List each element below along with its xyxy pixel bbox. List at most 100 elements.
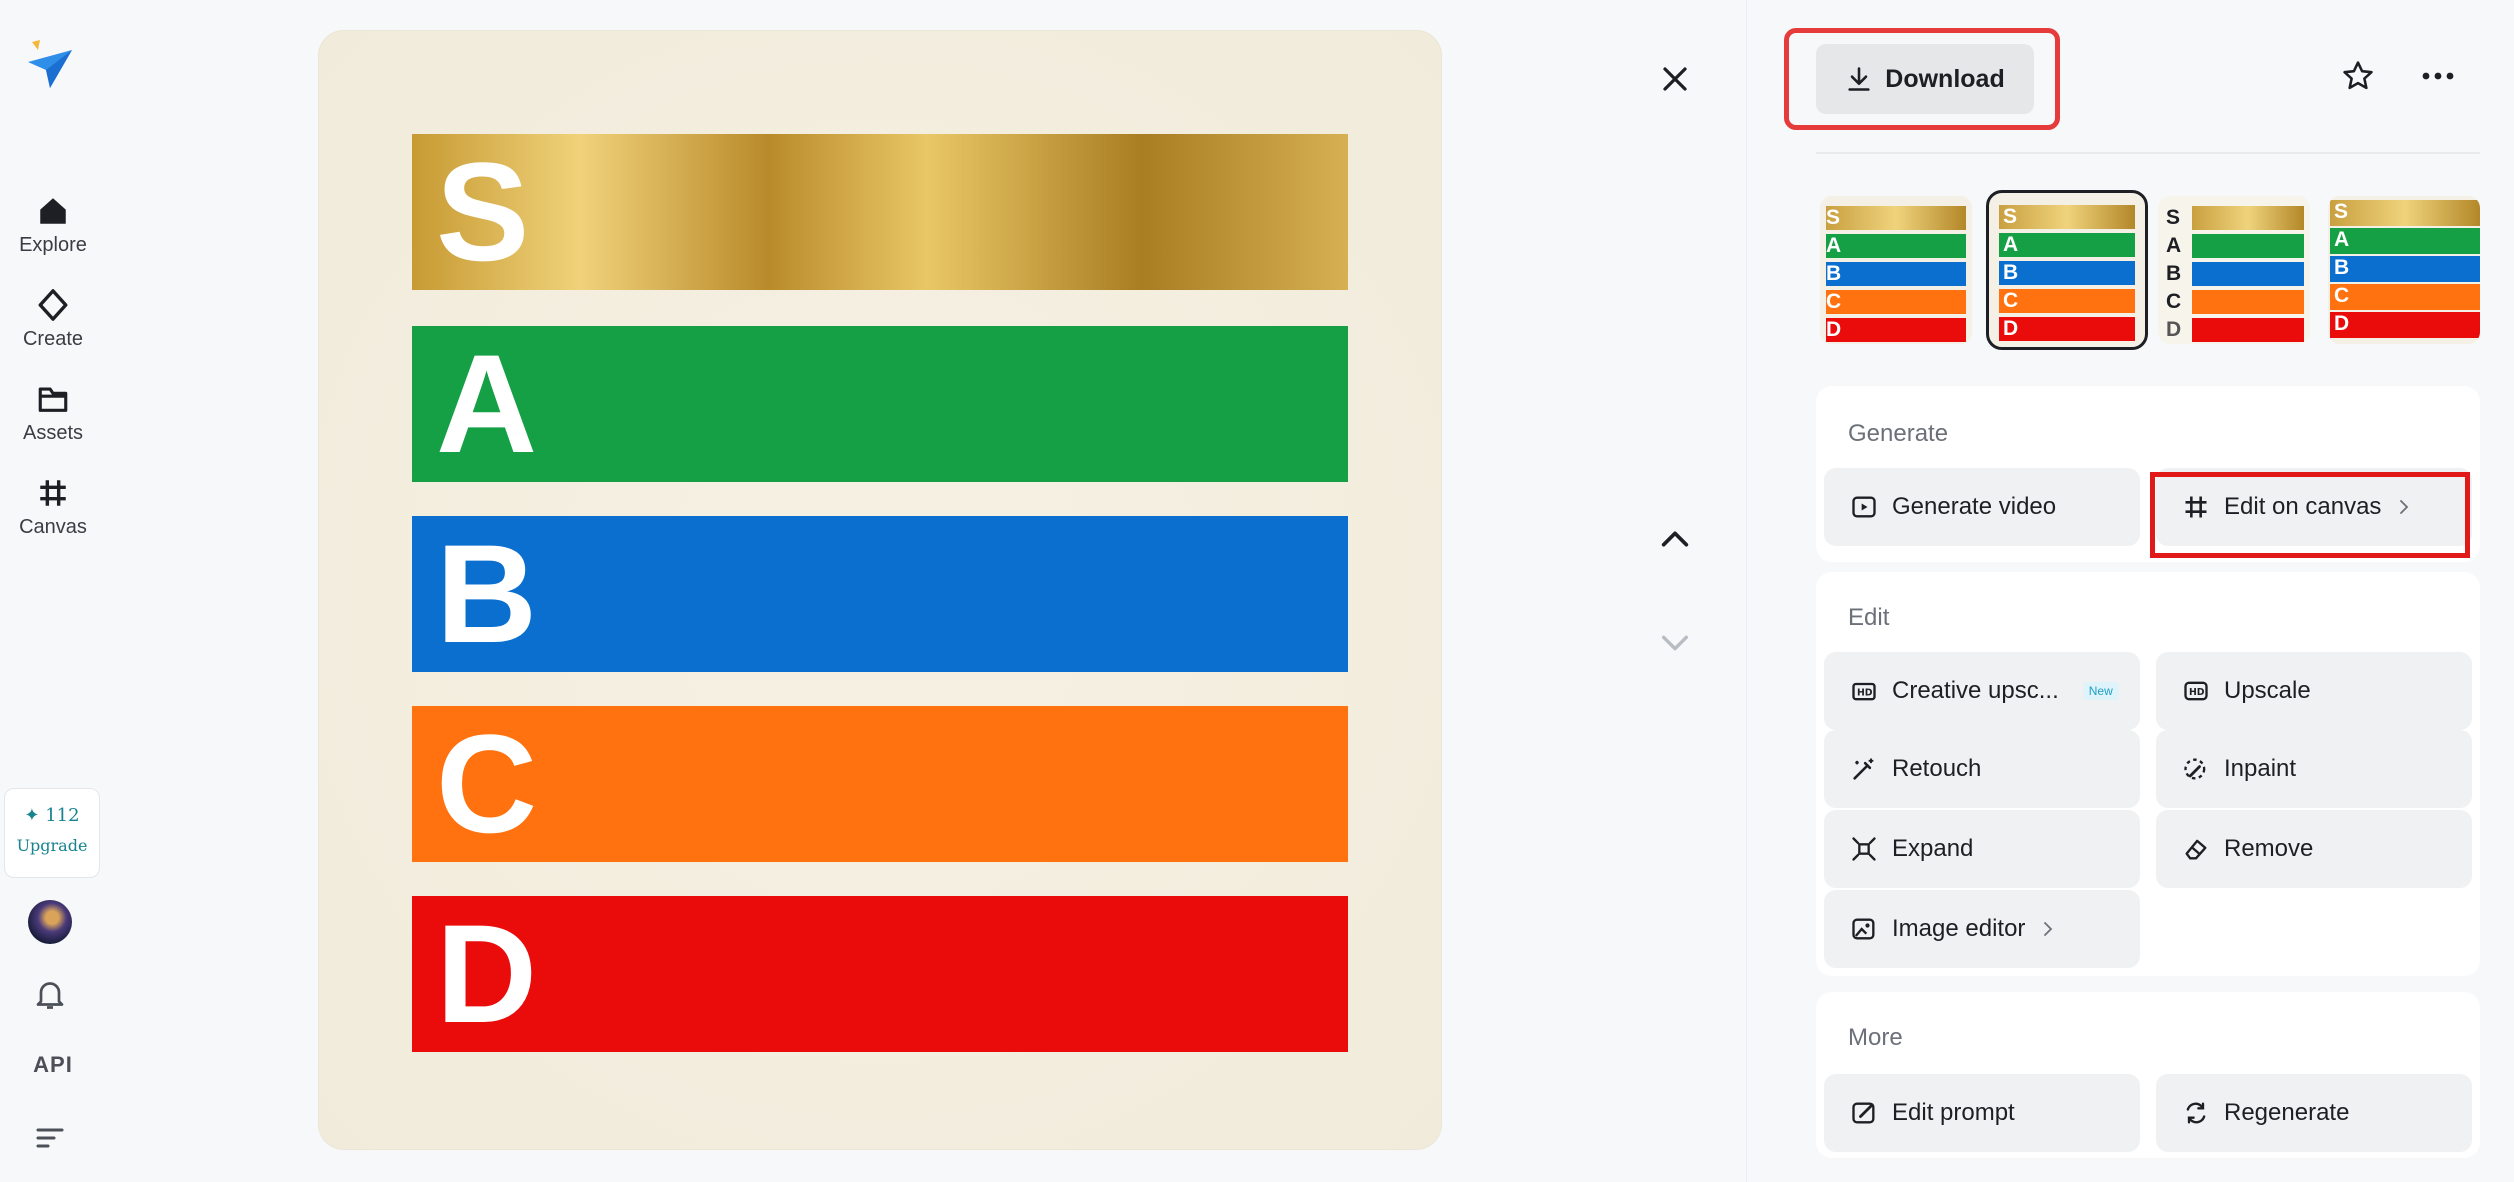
folder-icon [38,387,68,412]
regenerate-icon [2186,1102,2206,1124]
divider [1816,152,2480,154]
canvas-grid-icon [40,480,66,506]
tier-letter: S [436,133,530,290]
favorite-button[interactable] [2338,56,2378,96]
avatar[interactable] [28,900,72,944]
edit-section: Edit HD Creative upsc... New HD Upscale … [1816,572,2480,976]
more-horizontal-icon [2422,72,2454,80]
chevron-right-icon [2044,922,2053,936]
hd-plus-icon: HD [1852,682,1876,701]
previous-image-button[interactable] [1652,516,1698,562]
thumb-letter: S [2003,205,2018,228]
tier-row-s: S [412,134,1348,290]
thumb-letter: A [2334,228,2350,251]
thumbnail-1[interactable]: S A B C D [1820,196,1972,344]
image-edit-icon [1852,918,1875,940]
thumb-letter: D [1826,318,1842,341]
tier-letter: A [436,325,538,482]
upscale-label: Upscale [2224,677,2311,704]
retouch-label: Retouch [1892,755,1982,782]
creative-upscale-button[interactable]: HD Creative upsc... New [1824,652,2140,730]
sidebar-item-label: Explore [19,234,87,256]
thumbnail-4[interactable]: S A B C D [2328,196,2480,344]
thumb-letter: D [2334,312,2350,335]
star-icon [2343,61,2373,90]
highlight-outline [2150,472,2470,558]
thumbnail-3[interactable]: S A B C D [2158,196,2310,344]
thumb-letter: B [1826,262,1842,285]
new-badge: New [2082,682,2119,700]
thumb-letter: S [2166,206,2181,229]
expand-button[interactable]: Expand [1824,810,2140,888]
sidebar-item-label: Canvas [19,516,87,538]
chevron-up-icon [1661,531,1689,547]
thumb-letter: A [2003,233,2019,256]
menu-icon[interactable] [34,1124,66,1152]
sparkle-diamond-icon [38,289,68,321]
generate-heading: Generate [1848,420,1949,447]
regenerate-button[interactable]: Regenerate [2156,1074,2472,1152]
thumb-letter: B [2166,262,2182,285]
tier-letter: B [436,515,538,672]
panel-divider [1746,0,1747,1182]
thumb-letter: A [1826,234,1842,257]
thumb-letter: S [1826,206,1841,229]
thumb-letter: C [1826,290,1842,313]
sidebar-item-explore[interactable]: Explore [0,194,106,257]
retouch-button[interactable]: Retouch [1824,730,2140,808]
download-button[interactable]: Download [1816,44,2034,114]
thumb-letter: B [2334,256,2350,279]
thumbnail-2-selected[interactable]: S A B C D [1986,190,2148,350]
tier-letter: D [436,895,538,1052]
image-editor-button[interactable]: Image editor [1824,890,2140,968]
home-icon [40,198,66,224]
close-button[interactable] [1652,56,1698,102]
inpaint-label: Inpaint [2224,755,2297,782]
inpaint-brush-icon [2184,758,2206,780]
expand-icon [1852,837,1876,861]
more-section: More Edit prompt Regenerate [1816,992,2480,1158]
regenerate-label: Regenerate [2224,1099,2350,1126]
upscale-button[interactable]: HD Upscale [2156,652,2472,730]
tier-row-a: A [412,326,1348,482]
thumb-letter: C [2334,284,2350,307]
thumb-letter: C [2166,290,2182,313]
svg-text:HD: HD [2189,687,2205,698]
expand-label: Expand [1892,835,1974,862]
sidebar-item-canvas[interactable]: Canvas [0,476,106,539]
sidebar-item-create[interactable]: Create [0,288,106,351]
edit-heading: Edit [1848,604,1890,631]
sidebar-item-assets[interactable]: Assets [0,382,106,445]
credits-count: ✦ 112 [24,805,80,826]
next-image-button[interactable] [1652,620,1698,666]
thumb-letter: A [2166,234,2182,257]
thumb-letter: D [2166,318,2182,341]
edit-prompt-button[interactable]: Edit prompt [1824,1074,2140,1152]
hd-icon: HD [2184,681,2208,701]
api-link[interactable]: API [0,1052,106,1078]
edit-prompt-icon [1852,1102,1875,1124]
sidebar-item-label: Assets [22,422,84,444]
thumb-letter: B [2003,261,2019,284]
creative-upscale-label: Creative upsc... [1892,677,2059,704]
remove-button[interactable]: Remove [2156,810,2472,888]
image-editor-label: Image editor [1892,915,2026,942]
magic-wand-icon [1853,758,1874,780]
generate-video-button[interactable]: Generate video [1824,468,2140,546]
tier-row-b: B [412,516,1348,672]
thumb-letter: C [2003,289,2019,312]
close-icon [1663,67,1687,91]
app-logo-icon[interactable] [26,36,74,92]
edit-prompt-label: Edit prompt [1892,1099,2015,1126]
tier-row-c: C [412,706,1348,862]
sidebar-item-label: Create [22,328,84,350]
svg-text:HD: HD [1857,688,1873,699]
tier-letter: C [436,705,538,862]
bell-icon[interactable] [32,976,68,1012]
generate-video-label: Generate video [1892,493,2057,520]
chevron-down-icon [1661,635,1689,651]
more-options-button[interactable] [2416,56,2460,96]
download-label: Download [1885,64,2005,93]
inpaint-button[interactable]: Inpaint [2156,730,2472,808]
credits-upgrade-button[interactable]: ✦ 112 Upgrade [4,788,100,878]
